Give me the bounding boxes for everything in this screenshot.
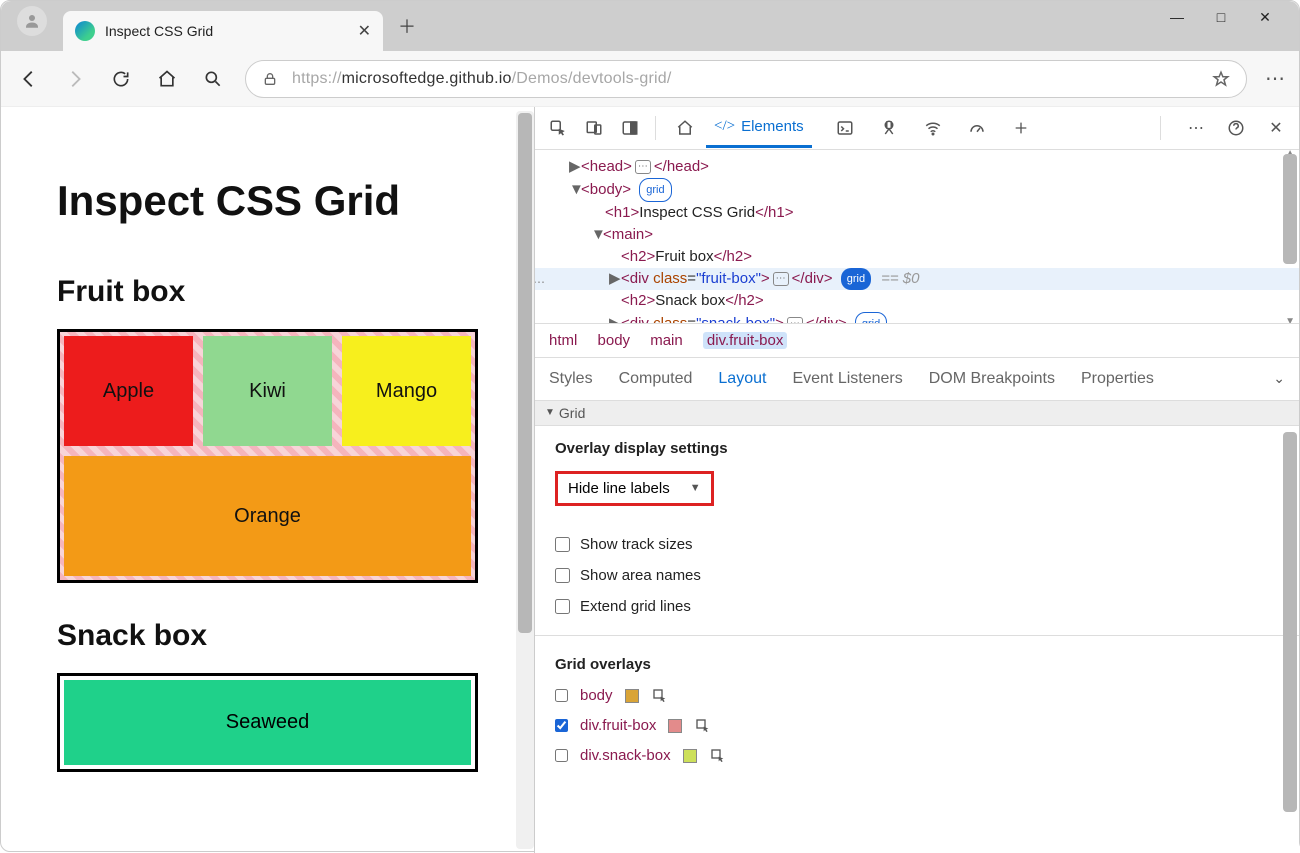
cell-apple: Apple xyxy=(64,336,193,446)
overlay-snack-box-swatch[interactable] xyxy=(683,749,697,763)
subtab-styles[interactable]: Styles xyxy=(549,360,593,398)
dom-scrollbar[interactable] xyxy=(1283,154,1297,264)
cell-seaweed: Seaweed xyxy=(64,680,471,765)
edge-favicon-icon xyxy=(75,21,95,41)
overlay-row-snack-box: div.snack-box xyxy=(555,747,1279,765)
performance-icon[interactable] xyxy=(964,115,990,141)
new-tab-button[interactable]: ＋ xyxy=(391,10,423,42)
snack-box-grid: Seaweed xyxy=(57,673,478,772)
overlay-row-body: body xyxy=(555,687,1279,705)
sources-icon[interactable] xyxy=(876,115,902,141)
dom-breadcrumb[interactable]: html body main div.fruit-box xyxy=(535,324,1299,358)
cell-mango: Mango xyxy=(342,336,471,446)
search-button[interactable] xyxy=(199,65,227,93)
highlight-icon[interactable] xyxy=(694,717,712,735)
reload-button[interactable] xyxy=(107,65,135,93)
crumb-main[interactable]: main xyxy=(650,332,683,349)
show-track-sizes-label: Show track sizes xyxy=(580,536,693,553)
network-icon[interactable] xyxy=(920,115,946,141)
extend-grid-lines-checkbox[interactable] xyxy=(555,599,570,614)
page-viewport: Inspect CSS Grid Fruit box Apple Kiwi Ma… xyxy=(1,107,534,853)
show-area-names-label: Show area names xyxy=(580,567,701,584)
layout-scrollbar[interactable] xyxy=(1283,432,1297,812)
favorite-icon[interactable] xyxy=(1212,70,1230,88)
console-icon[interactable] xyxy=(832,115,858,141)
back-button[interactable] xyxy=(15,65,43,93)
show-area-names-checkbox[interactable] xyxy=(555,568,570,583)
minimize-button[interactable]: ― xyxy=(1167,9,1187,26)
scroll-down-icon[interactable]: ▼ xyxy=(1285,316,1295,324)
tab-title: Inspect CSS Grid xyxy=(105,23,348,39)
maximize-button[interactable]: □ xyxy=(1211,9,1231,26)
close-devtools-icon[interactable]: ✕ xyxy=(1263,115,1289,141)
window-title-bar: Inspect CSS Grid ✕ ＋ ― □ ✕ xyxy=(1,1,1299,51)
inspect-element-icon[interactable] xyxy=(545,115,571,141)
subtab-layout[interactable]: Layout xyxy=(718,360,766,398)
help-icon[interactable] xyxy=(1223,115,1249,141)
grid-section-header[interactable]: ▼Grid xyxy=(535,401,1299,426)
snack-box-heading: Snack box xyxy=(57,619,478,653)
browser-toolbar: https://microsoftedge.github.io/Demos/de… xyxy=(1,51,1299,107)
elements-tab[interactable]: </>Elements xyxy=(706,108,812,148)
subtab-computed[interactable]: Computed xyxy=(619,360,693,398)
grid-overlays-title: Grid overlays xyxy=(555,656,1279,673)
subtab-properties[interactable]: Properties xyxy=(1081,360,1154,398)
dom-tree[interactable]: ▶<head>⋯</head> ▼<body> grid <h1>Inspect… xyxy=(535,150,1299,324)
address-bar[interactable]: https://microsoftedge.github.io/Demos/de… xyxy=(245,60,1247,98)
page-title: Inspect CSS Grid xyxy=(57,177,478,225)
overlay-row-fruit-box: div.fruit-box xyxy=(555,717,1279,735)
overlay-snack-box-checkbox[interactable] xyxy=(555,749,568,762)
device-toolbar-icon[interactable] xyxy=(581,115,607,141)
browser-tab[interactable]: Inspect CSS Grid ✕ xyxy=(63,11,383,51)
devtools-menu-icon[interactable]: ⋯ xyxy=(1183,115,1209,141)
tab-close-icon[interactable]: ✕ xyxy=(358,21,371,41)
close-window-button[interactable]: ✕ xyxy=(1255,9,1275,26)
overlay-fruit-box-checkbox[interactable] xyxy=(555,719,568,732)
show-track-sizes-checkbox[interactable] xyxy=(555,537,570,552)
layout-panel: Overlay display settings Hide line label… xyxy=(535,426,1299,853)
dock-side-icon[interactable] xyxy=(617,115,643,141)
fruit-box-heading: Fruit box xyxy=(57,275,478,309)
devtools-top-bar: </>Elements ⋯ ✕ xyxy=(535,107,1299,150)
crumb-body[interactable]: body xyxy=(598,332,631,349)
styles-subtabs: Styles Computed Layout Event Listeners D… xyxy=(535,358,1299,401)
subtabs-expand-icon[interactable]: ⌄ xyxy=(1273,370,1285,387)
forward-button xyxy=(61,65,89,93)
lock-icon xyxy=(262,71,278,87)
fruit-box-grid: Apple Kiwi Mango Orange xyxy=(57,329,478,583)
page-scrollbar[interactable] xyxy=(516,111,534,849)
more-tools-icon[interactable] xyxy=(1008,115,1034,141)
highlight-icon[interactable] xyxy=(651,687,669,705)
profile-icon[interactable] xyxy=(17,6,47,36)
overlay-body-checkbox[interactable] xyxy=(555,689,568,702)
devtools-panel: </>Elements ⋯ ✕ ▶<head>⋯</head> ▼<body> … xyxy=(534,107,1299,853)
subtab-dom-breakpoints[interactable]: DOM Breakpoints xyxy=(929,360,1055,398)
crumb-fruit-box[interactable]: div.fruit-box xyxy=(703,332,787,349)
browser-menu-button[interactable]: ⋯ xyxy=(1265,66,1285,91)
line-labels-select[interactable]: Hide line labels▼ xyxy=(555,471,714,506)
highlight-icon[interactable] xyxy=(709,747,727,765)
crumb-html[interactable]: html xyxy=(549,332,577,349)
overlay-settings-title: Overlay display settings xyxy=(555,440,1279,457)
url-text: https://microsoftedge.github.io/Demos/de… xyxy=(292,70,671,88)
home-button[interactable] xyxy=(153,65,181,93)
cell-orange: Orange xyxy=(64,456,471,576)
welcome-tab[interactable] xyxy=(668,109,702,147)
overlay-fruit-box-swatch[interactable] xyxy=(668,719,682,733)
window-controls: ― □ ✕ xyxy=(1167,1,1299,26)
cell-kiwi: Kiwi xyxy=(203,336,332,446)
overlay-body-swatch[interactable] xyxy=(625,689,639,703)
extend-grid-lines-label: Extend grid lines xyxy=(580,598,691,615)
subtab-event-listeners[interactable]: Event Listeners xyxy=(792,360,902,398)
